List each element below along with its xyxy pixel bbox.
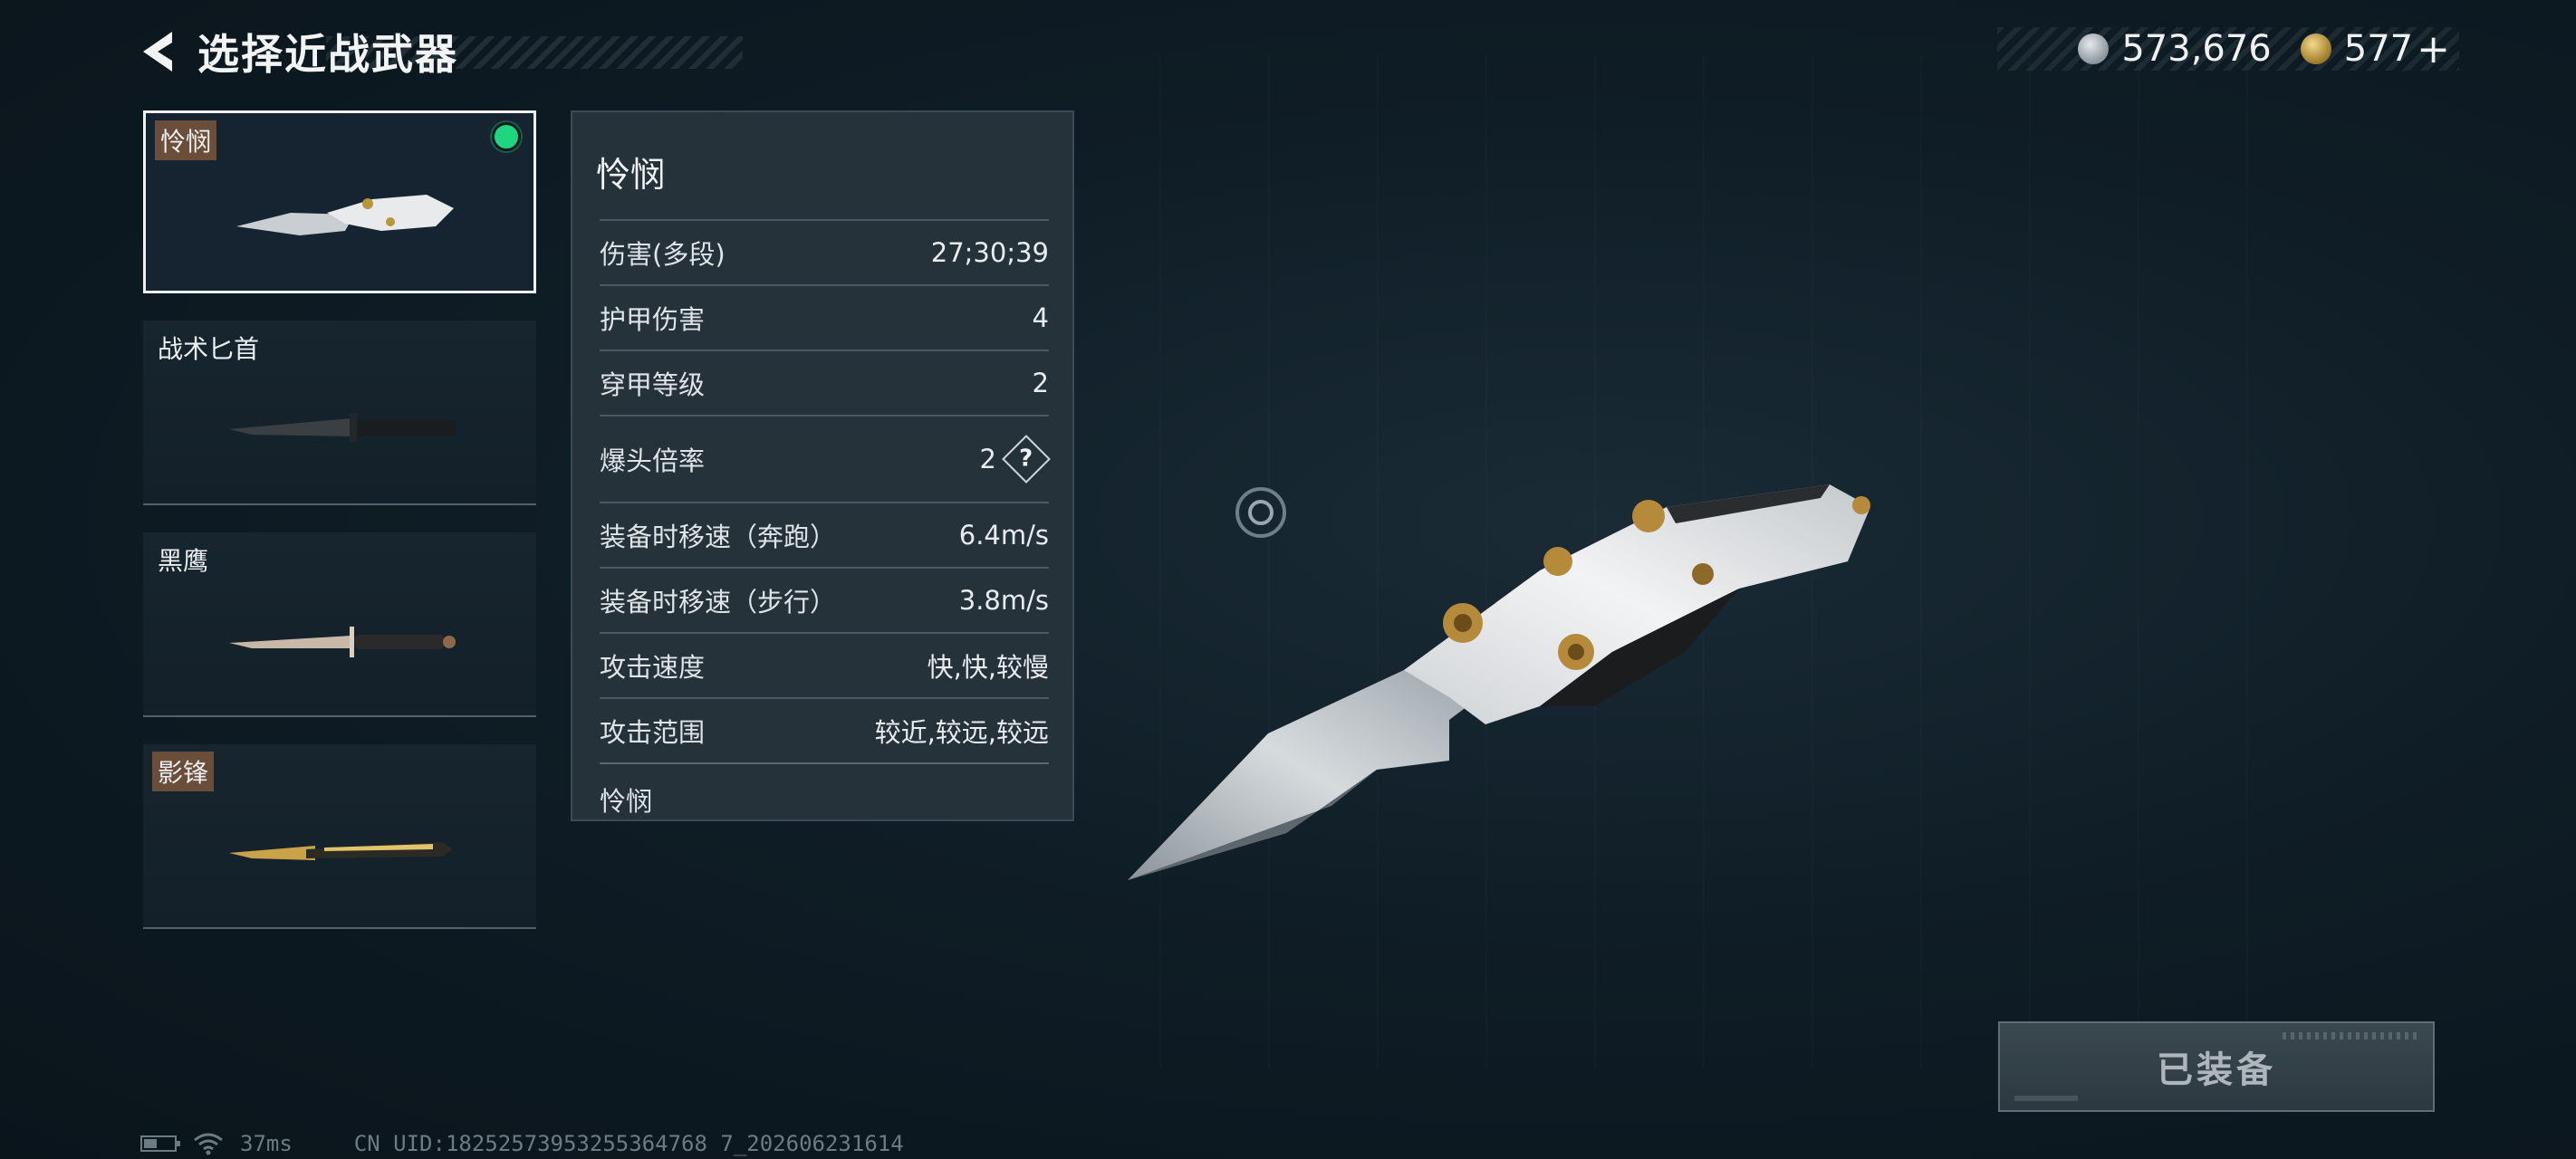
stat-label: 装备时移速（步行） [600,587,837,618]
stats-title: 怜悯 [596,155,666,195]
button-decoration [2014,1096,2078,1101]
silver-currency-value: 573,676 [2121,28,2272,70]
knife-thumbnail [229,842,453,860]
stats-footer: 怜悯 [600,762,1049,819]
stat-value: 较近,较远,较远 [874,717,1049,748]
stat-row-armor-damage: 护甲伤害 4 [600,284,1049,350]
stat-value: 2 [979,444,996,474]
status-bar: 37ms CN UID:18252573953255364768 7_20260… [140,1130,904,1157]
stat-value: 27;30;39 [930,237,1049,268]
stats-panel: 怜悯 伤害(多段) 27;30;39 护甲伤害 4 穿甲等级 2 爆头倍率 2 … [571,110,1074,821]
weapon-name: 战术匕首 [158,334,260,364]
button-decoration [2283,1032,2418,1039]
stat-row-penetration: 穿甲等级 2 [600,350,1049,415]
stat-row-attack-range: 攻击范围 较近,较远,较远 [600,697,1049,762]
stat-label: 攻击速度 [600,652,706,683]
ping-value: 37ms [240,1131,293,1156]
stat-value: 4 [1032,302,1049,333]
stat-value: 6.4m/s [958,520,1049,551]
back-arrow-icon[interactable] [136,24,181,79]
help-icon[interactable]: ? [1002,435,1051,484]
weapon-name: 影锋 [152,752,215,791]
knife-3d-display[interactable] [1105,380,1938,905]
weapon-card-mercy[interactable]: 怜悯 [143,110,536,293]
stat-row-walk-speed: 装备时移速（步行） 3.8m/s [600,567,1049,632]
stat-label: 伤害(多段) [600,239,726,270]
stat-label: 护甲伤害 [600,304,706,335]
silver-coin-icon [2078,34,2110,64]
stat-value: 3.8m/s [958,585,1049,616]
help-glyph: ? [1019,445,1033,473]
equipped-button-label: 已装备 [2157,1049,2276,1091]
stat-value: 快,快,较慢 [927,652,1049,683]
stat-label: 装备时移速（奔跑） [600,522,837,552]
weapon-name: 怜悯 [155,120,217,160]
stat-value-group: 2 ? [979,435,1051,484]
stat-row-run-speed: 装备时移速（奔跑） 6.4m/s [600,502,1049,567]
stat-label: 爆头倍率 [600,445,706,476]
stat-row-damage: 伤害(多段) 27;30;39 [600,219,1049,284]
weapon-list: 怜悯 战术匕首 黑鹰 影锋 [143,110,536,956]
stat-row-attack-speed: 攻击速度 快,快,较慢 [600,632,1049,697]
knife-thumbnail [229,627,456,657]
stats-rows: 伤害(多段) 27;30;39 护甲伤害 4 穿甲等级 2 爆头倍率 2 ? 装… [600,219,1051,819]
equipped-indicator [492,122,521,151]
weapon-name: 黑鹰 [158,546,209,576]
add-currency-button[interactable]: + [2417,26,2450,72]
weapon-card-black-hawk[interactable]: 黑鹰 [143,532,536,717]
battery-icon [140,1135,180,1152]
knife-thumbnail [229,413,457,442]
stat-label: 穿甲等级 [600,369,706,400]
header: 选择近战武器 [136,20,743,83]
stat-row-headshot: 爆头倍率 2 ? [600,415,1051,502]
stat-label: 攻击范围 [600,717,706,748]
equipped-button[interactable]: 已装备 [1998,1021,2435,1112]
user-uid: CN UID:18252573953255364768 7_2026062316… [353,1131,904,1156]
currency-bar: 573,676 577 + [1997,26,2459,72]
page-title: 选择近战武器 [197,30,458,79]
weapon-card-tactical-dagger[interactable]: 战术匕首 [143,321,536,505]
gold-currency-value: 577 [2343,28,2414,70]
knife-thumbnail [236,195,454,235]
weapon-card-shadow-edge[interactable]: 影锋 [143,744,536,929]
wifi-icon [194,1133,223,1155]
rotate-view-handle[interactable] [1235,487,1286,538]
gold-coin-icon [2300,34,2331,64]
stat-value: 2 [1032,368,1049,398]
